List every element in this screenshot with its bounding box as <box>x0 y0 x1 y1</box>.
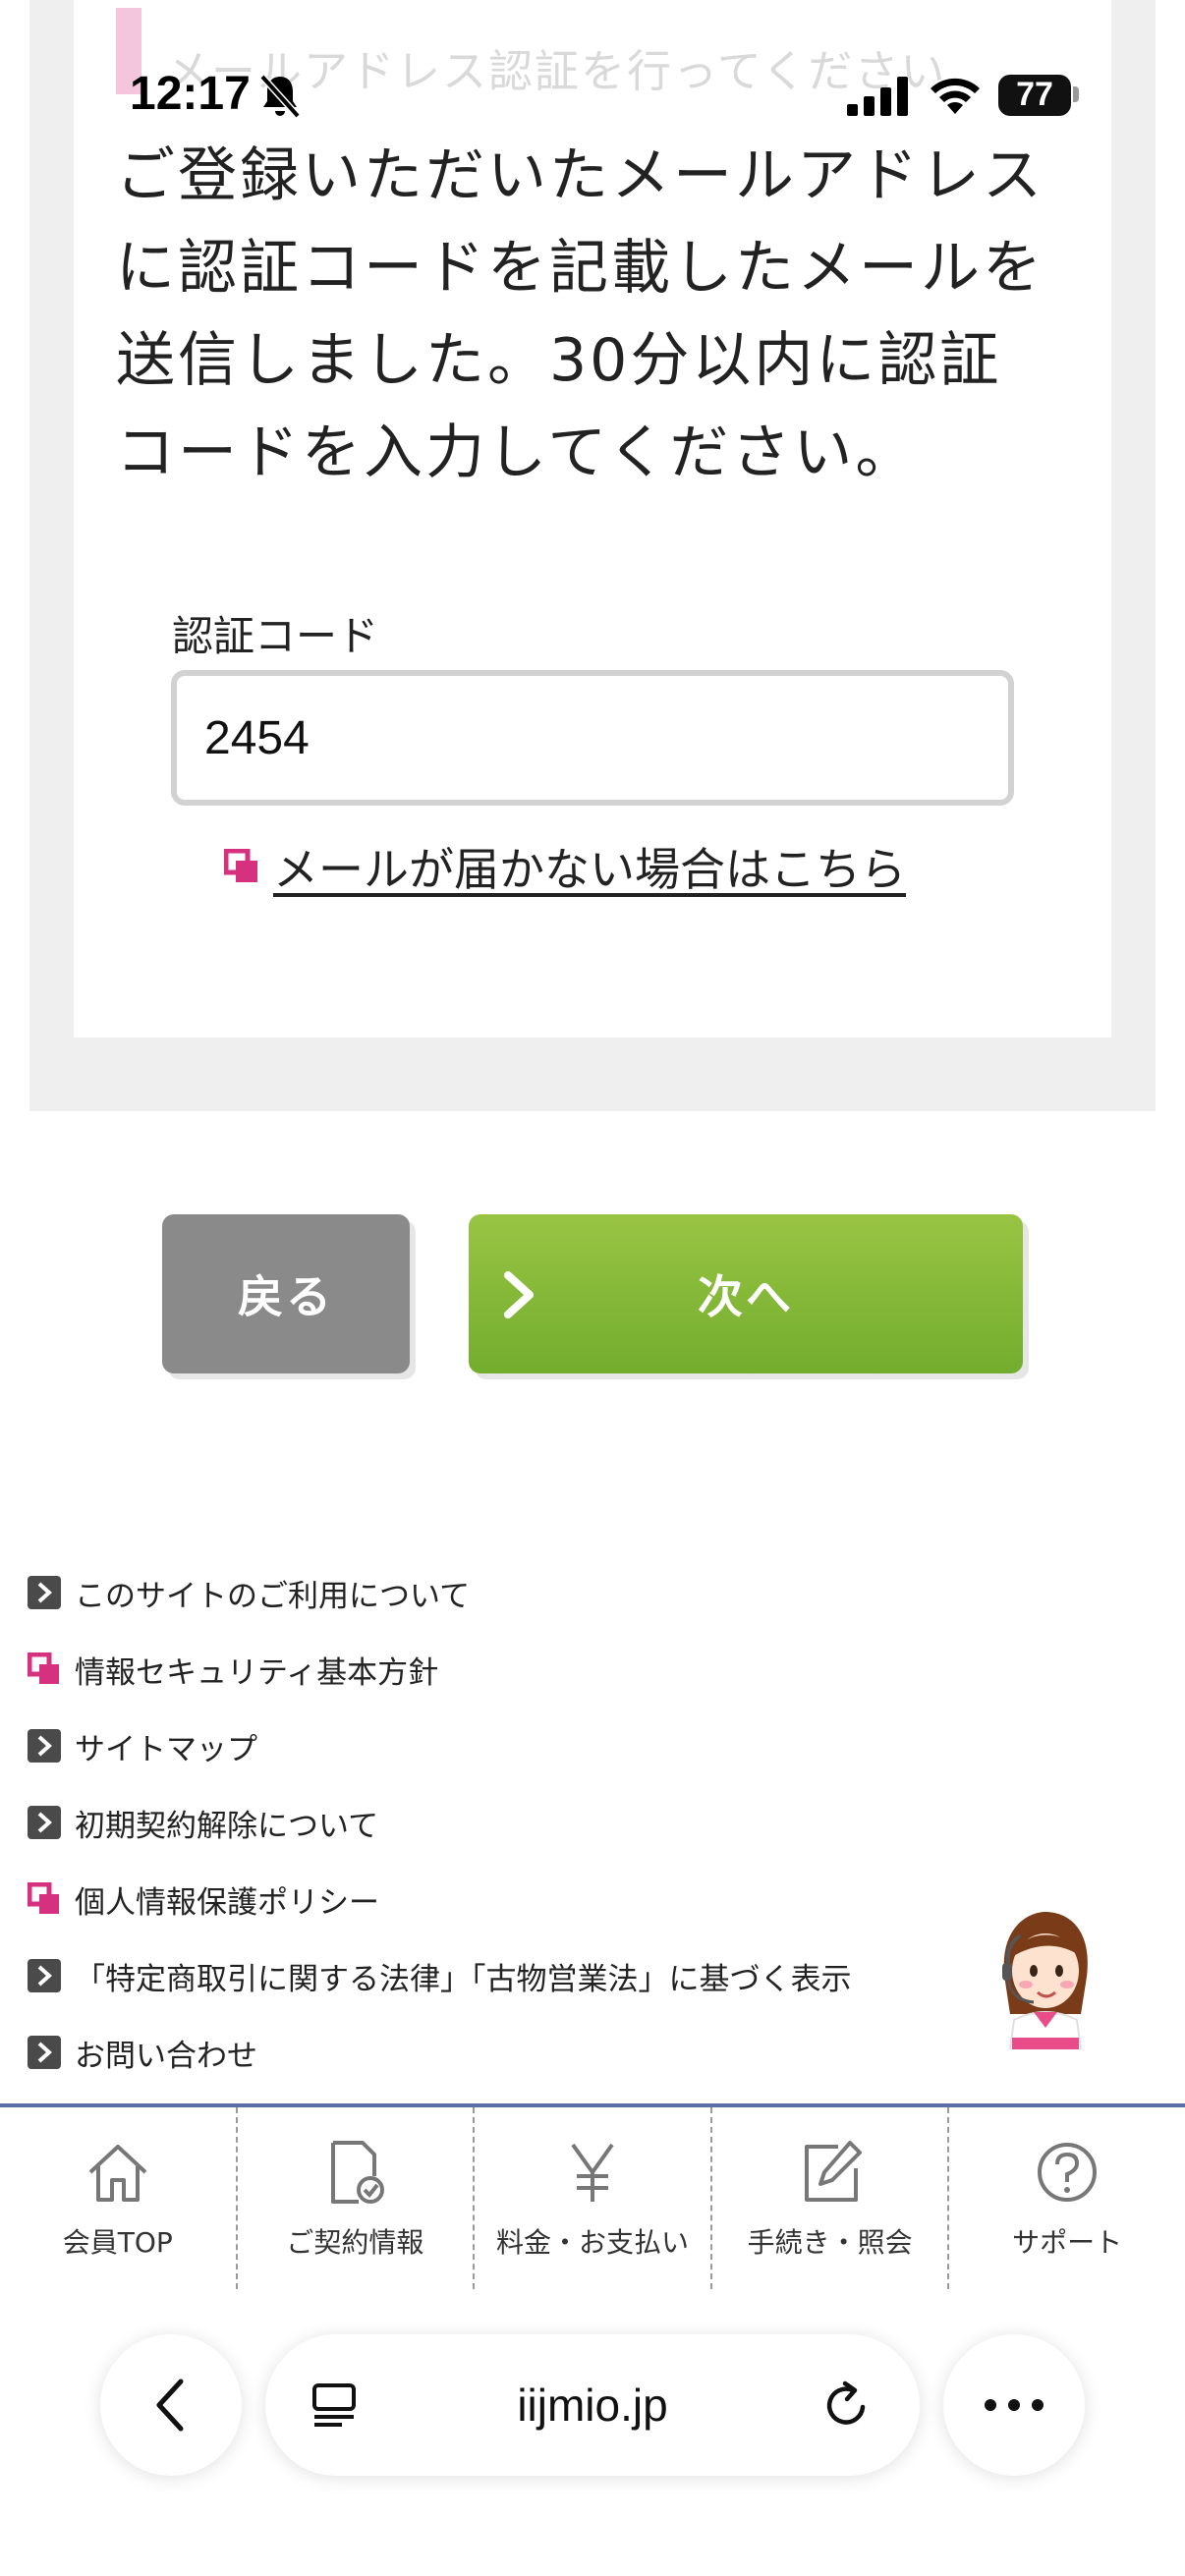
footer-link-security-policy[interactable]: 情報セキュリティ基本方針 <box>28 1645 438 1694</box>
instruction-text: ご登録いただいたメールアドレスに認証コードを記載したメールを送信しました。30分… <box>116 141 1044 487</box>
contract-document-icon <box>331 2141 385 2204</box>
footer-link-label: お問い合わせ <box>75 2038 257 2074</box>
footer-link-label: サイトマップ <box>75 1731 257 1767</box>
nav-item-contract-info[interactable]: ご契約情報 <box>235 2107 474 2289</box>
nav-item-label: 会員TOP <box>62 2226 173 2259</box>
external-link-icon <box>28 1882 59 1914</box>
nav-item-billing[interactable]: 料金・お支払い <box>473 2107 710 2289</box>
footer-link-label: 個人情報保護ポリシー <box>75 1884 379 1921</box>
chevron-left-icon <box>156 2379 184 2432</box>
support-assistant-avatar[interactable] <box>990 1906 1100 2049</box>
arrow-icon <box>28 1576 61 1609</box>
yen-icon <box>571 2143 614 2202</box>
nav-item-procedures[interactable]: 手続き・照会 <box>709 2107 948 2289</box>
battery-cap <box>1073 86 1079 102</box>
external-link-icon <box>224 849 257 882</box>
battery-level: 77 <box>1016 76 1053 113</box>
arrow-icon <box>28 1959 61 1992</box>
home-icon <box>88 2145 147 2202</box>
wifi-icon <box>931 78 980 114</box>
nav-item-label: 料金・お支払い <box>495 2226 689 2259</box>
arrow-icon <box>28 1806 61 1839</box>
footer-link-label: 情報セキュリティ基本方針 <box>75 1654 439 1691</box>
arrow-icon <box>28 2036 61 2069</box>
nav-item-label: ご契約情報 <box>286 2226 424 2259</box>
next-button[interactable]: 次へ <box>469 1214 1023 1373</box>
footer-link-sitemap[interactable]: サイトマップ <box>28 1721 257 1770</box>
back-button-label: 戻る <box>238 1270 334 1323</box>
browser-address-bar[interactable]: iijmio.jp <box>265 2334 920 2476</box>
footer-link-label: 初期契約解除について <box>75 1808 379 1844</box>
footer-link-commercial-law[interactable]: 「特定商取引に関する法律」「古物営業法」に基づく表示 <box>28 1951 852 2000</box>
mail-not-received-link-text: メールが届かない場合はこちら <box>273 843 906 896</box>
footer-link-site-usage[interactable]: このサイトのご利用について <box>28 1568 470 1617</box>
footer-link-privacy-policy[interactable]: 個人情報保護ポリシー <box>28 1875 379 1924</box>
back-button[interactable]: 戻る <box>162 1214 410 1373</box>
footer-link-label: このサイトのご利用について <box>75 1578 471 1614</box>
reload-icon[interactable] <box>819 2378 875 2433</box>
nav-item-support[interactable]: サポート <box>947 2107 1185 2289</box>
more-dots-icon <box>985 2399 1044 2411</box>
nav-item-label: 手続き・照会 <box>747 2226 913 2259</box>
footer-link-contact[interactable]: お問い合わせ <box>28 2028 257 2077</box>
arrow-icon <box>28 1729 61 1763</box>
browser-more-button[interactable] <box>943 2334 1085 2476</box>
help-icon <box>1038 2143 1098 2202</box>
bottom-nav: 会員TOP ご契約情報 料金・お支払い 手続き・照会 サポート <box>0 2107 1185 2289</box>
edit-icon <box>804 2141 862 2202</box>
verification-code-label: 認証コード <box>172 612 379 660</box>
nav-item-member-top[interactable]: 会員TOP <box>0 2107 236 2289</box>
mail-not-received-link[interactable]: メールが届かない場合はこちら <box>224 837 906 896</box>
browser-back-button[interactable] <box>100 2334 242 2476</box>
status-time: 12:17 <box>130 68 251 120</box>
footer-link-contract-cancellation[interactable]: 初期契約解除について <box>28 1798 378 1847</box>
bell-muted-icon <box>259 74 301 119</box>
external-link-icon <box>28 1652 59 1684</box>
nav-item-label: サポート <box>1012 2226 1123 2259</box>
battery-indicator: 77 <box>998 75 1079 116</box>
cellular-signal-icon <box>847 77 908 116</box>
footer-link-label: 「特定商取引に関する法律」「古物営業法」に基づく表示 <box>75 1961 852 1997</box>
verification-code-input[interactable] <box>171 670 1014 806</box>
next-button-label: 次へ <box>698 1270 794 1323</box>
